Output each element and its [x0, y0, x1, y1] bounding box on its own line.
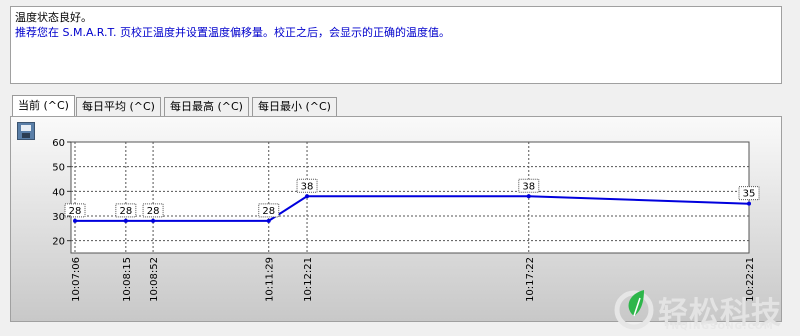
data-label: 38 — [522, 181, 535, 192]
data-point — [73, 218, 77, 223]
data-point — [526, 194, 531, 199]
y-tick-label: 50 — [52, 163, 65, 174]
data-label: 28 — [147, 206, 160, 217]
x-tick-label: 10:08:52 — [149, 257, 160, 302]
x-tick-label: 10:11:29 — [265, 257, 276, 302]
data-point — [747, 201, 751, 206]
data-label: 28 — [119, 206, 132, 217]
watermark-logo: 轻松科技 YNQINGSONG.COM — [610, 282, 800, 336]
data-point — [151, 218, 156, 223]
x-tick-label: 10:07:06 — [71, 257, 82, 302]
leaf-logo-icon — [614, 290, 654, 330]
data-point — [305, 194, 310, 199]
data-label: 28 — [69, 206, 82, 217]
y-tick-label: 40 — [52, 187, 65, 198]
plot-area — [70, 141, 750, 254]
y-tick-label: 60 — [52, 138, 65, 149]
y-tick-label: 30 — [52, 212, 65, 223]
tab-current[interactable]: 当前 (^C) — [12, 95, 75, 116]
x-tick-label: 10:17:22 — [525, 257, 536, 302]
x-tick-label: 10:12:21 — [303, 257, 314, 302]
x-tick-label: 10:08:15 — [122, 257, 133, 302]
data-label: 38 — [301, 181, 314, 192]
data-label: 28 — [262, 206, 275, 217]
y-tick-label: 20 — [52, 237, 65, 248]
data-point — [123, 218, 128, 223]
save-icon[interactable] — [17, 122, 35, 140]
watermark-subtext: YNQINGSONG.COM — [664, 322, 774, 332]
data-label: 35 — [743, 189, 756, 200]
data-point — [266, 218, 271, 223]
